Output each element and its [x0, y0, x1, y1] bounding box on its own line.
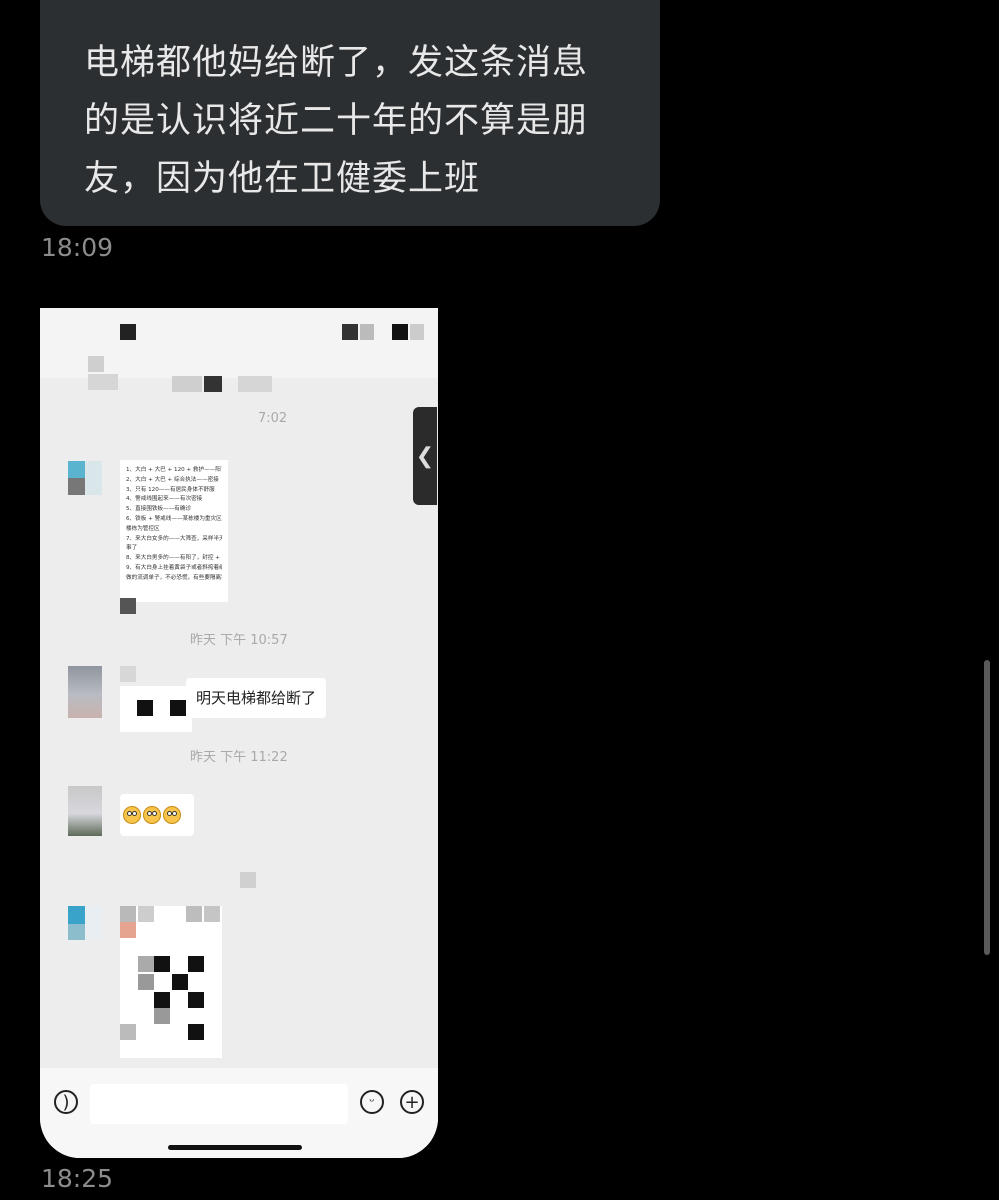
mosaic-block [137, 700, 153, 716]
notice-line: 1、大白 + 大巴 + 120 + 救护——阳了 [126, 467, 222, 473]
flushed-face-icon [123, 806, 141, 824]
chat-input-field[interactable] [90, 1084, 348, 1124]
notice-line: 6、铁板 + 警戒线——某栋楼为重灾区，其它 [126, 515, 222, 522]
chat-timestamp-2: 昨天 下午 10:57 [190, 633, 288, 648]
notice-line: 2、大白 + 大巴 + 综合执法——密接 [126, 476, 219, 483]
mosaic-block [240, 872, 256, 888]
message-line-2: 的是认识将近二十年的不算是朋 [84, 101, 589, 141]
mosaic-block [392, 324, 408, 340]
mosaic-block [188, 1024, 204, 1040]
mosaic-block [342, 324, 358, 340]
mosaic-block [154, 956, 170, 972]
notice-line: 8、来大白男多的——有阳了，封控 + 隔离 [126, 555, 222, 562]
mosaic-block [170, 700, 186, 716]
scrollbar[interactable] [984, 660, 990, 955]
mosaic-block [154, 992, 170, 1008]
mosaic-block [204, 376, 222, 392]
emoji-message [120, 794, 194, 836]
mosaic-block [120, 906, 136, 922]
mosaic-block [138, 906, 154, 922]
mosaic-block [238, 376, 272, 392]
chat-timestamp-3: 昨天 下午 11:22 [190, 750, 288, 765]
chat-message: 明天电梯都给断了 [186, 678, 327, 718]
mosaic-block [120, 922, 136, 938]
notice-line: 楼栋为管控区 [126, 525, 160, 532]
avatar [68, 786, 102, 836]
notice-image[interactable]: 1、大白 + 大巴 + 120 + 救护——阳了 2、大白 + 大巴 + 综合执… [120, 460, 228, 602]
notice-line: 7、来大白女多的——大筛查，采样半天就完 [126, 535, 222, 542]
mosaic-block [120, 1024, 136, 1040]
chat-input-bar: ) ᵕ + [40, 1068, 438, 1158]
embedded-screenshot[interactable]: 7:02 1、大白 + 大巴 + 120 + 救护——阳了 2、大白 + 大巴 … [40, 308, 438, 1158]
notice-line: 5、直接围铁板——有确诊 [126, 506, 192, 513]
message-line-3: 友，因为他在卫健委上班 [84, 159, 481, 199]
notice-line: 3、只有 120——有居民身体不舒服 [126, 486, 215, 493]
notice-line: 事了 [126, 545, 138, 552]
avatar [68, 478, 85, 495]
flushed-face-icon [163, 806, 181, 824]
emoji-icon[interactable]: ᵕ [360, 1090, 384, 1114]
mosaic-block [88, 356, 104, 372]
chevron-left-icon[interactable]: ❮ [413, 407, 437, 505]
mosaic-block [186, 906, 202, 922]
mosaic-block [172, 376, 202, 392]
mosaic-block [172, 974, 188, 990]
home-indicator [168, 1145, 302, 1150]
plus-icon[interactable]: + [400, 1090, 424, 1114]
mosaic-block [120, 598, 136, 614]
notice-line: 做的流调单子，不必恐慌，有些要隔离需要 [126, 574, 222, 581]
message-timestamp-bottom: 18:25 [41, 1164, 114, 1193]
mosaic-block [138, 956, 154, 972]
mosaic-block [120, 324, 136, 340]
message-timestamp-top: 18:09 [41, 233, 114, 262]
mosaic-block [204, 906, 220, 922]
message-line-1: 电梯都他妈给断了，发这条消息 [84, 43, 589, 83]
notice-line: 9、有大白身上挂着黄袋子或者斜挎着纸夹子 [126, 564, 222, 571]
mosaic-block [138, 974, 154, 990]
mosaic-block [188, 956, 204, 972]
mosaic-block [154, 1008, 170, 1024]
mosaic-block [88, 374, 118, 390]
flushed-face-icon [143, 806, 161, 824]
mosaic-block [68, 924, 85, 940]
mosaic-block [360, 324, 374, 340]
mosaic-block [188, 992, 204, 1008]
avatar [68, 666, 102, 718]
chat-timestamp-1: 7:02 [258, 411, 288, 426]
mosaic-block [120, 666, 136, 682]
notice-line: 4、警戒线围起来——有次密接 [126, 496, 203, 503]
mosaic-block [410, 324, 424, 340]
voice-icon[interactable]: ) [54, 1090, 78, 1114]
message-bubble-top: 电梯都他妈给断了，发这条消息 的是认识将近二十年的不算是朋 友，因为他在卫健委上… [40, 0, 660, 226]
